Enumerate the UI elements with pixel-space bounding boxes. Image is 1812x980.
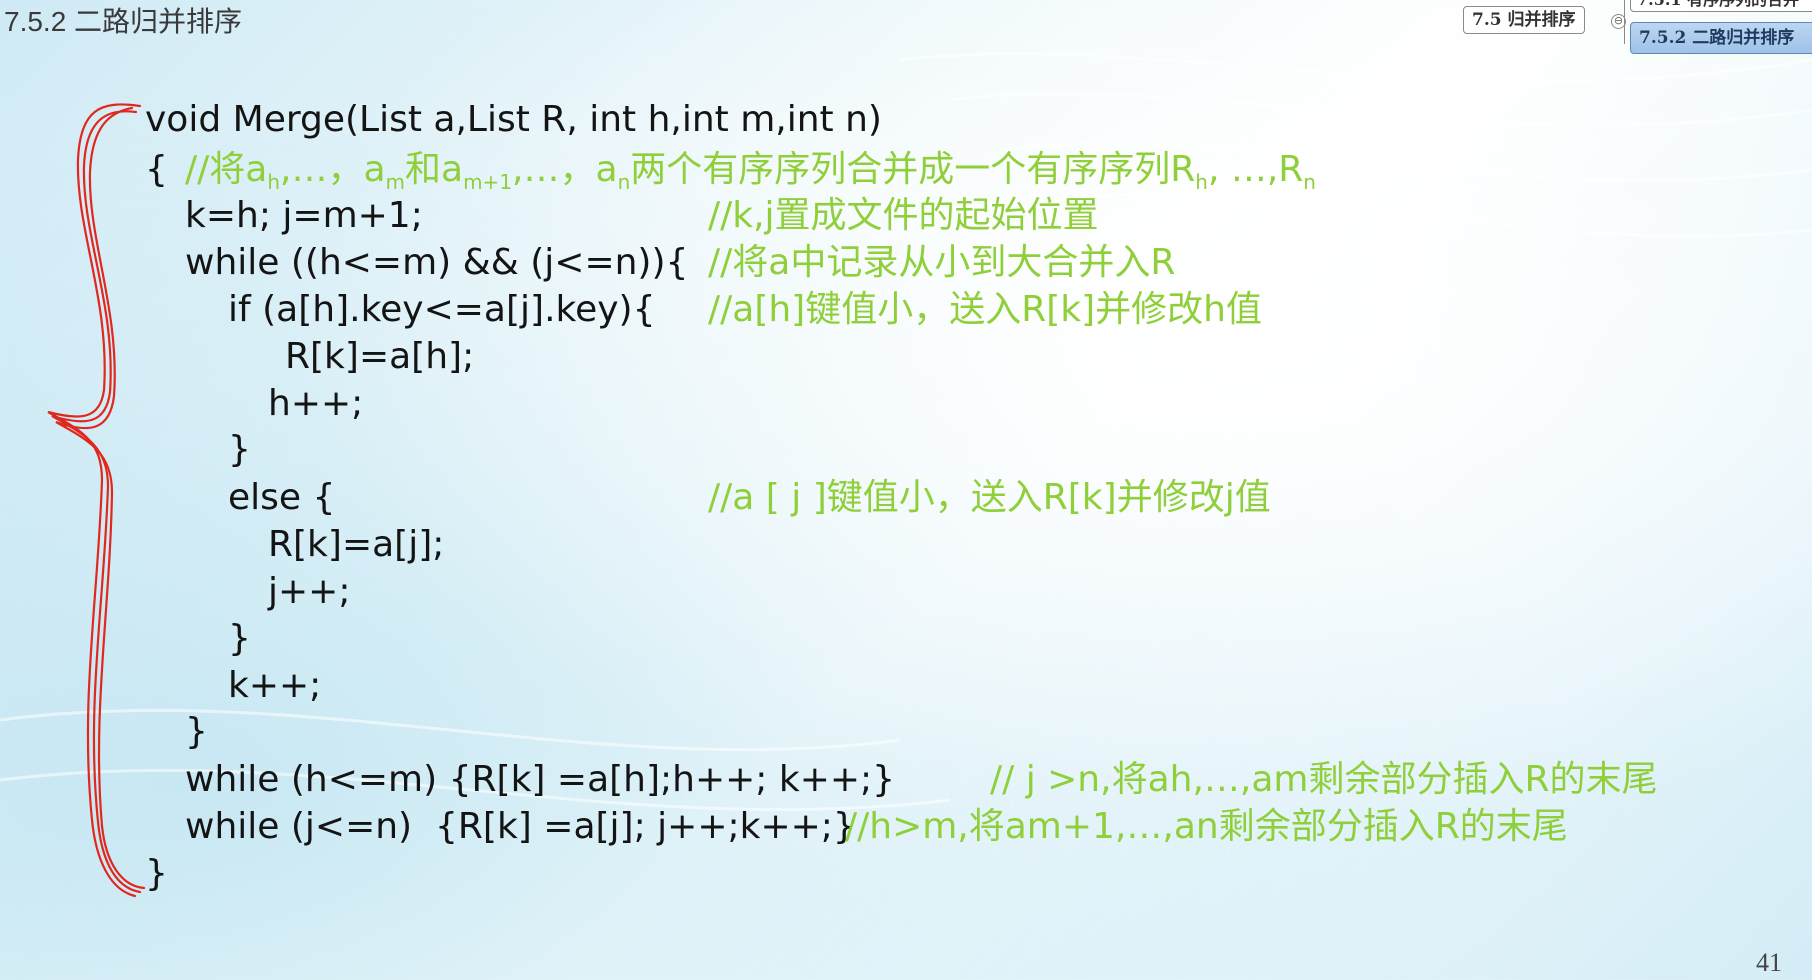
code-comment: //k,j置成文件的起始位置 [708,195,1099,236]
code-line: if (a[h].key<=a[j].key){ [228,289,656,330]
code-line: h++; [268,383,364,424]
code-line: } [228,429,251,470]
code-comment: //将a中记录从小到大合并入R [708,242,1176,283]
code-line: j++; [268,571,351,612]
breadcrumb-active-node[interactable]: 7.5.2 二路归并排序 [1630,22,1812,54]
code-line: R[k]=a[h]; [285,336,475,377]
breadcrumb: 7.5 归并排序 ⊖ 7.5.1 有序序列的合并 7.5.2 二路归并排序 [1412,0,1812,56]
code-line: while ((h<=m) && (j<=n)){ [185,242,689,283]
code-line: } [228,618,251,659]
code-line: while (h<=m) {R[k] =a[h];h++; k++;} [185,759,896,800]
code-comment: //a[h]键值小，送入R[k]并修改h值 [708,289,1262,330]
code-line: while (j<=n) {R[k] =a[j]; j++;k++;} [185,806,856,847]
code-line: void Merge(List a,List R, int h,int m,in… [145,99,882,140]
code-comment: //h>m,将am+1,…,an剩余部分插入R的末尾 [845,806,1568,847]
breadcrumb-parent-node[interactable]: 7.5 归并排序 [1463,6,1585,34]
code-line: k++; [228,665,322,706]
page-number: 41 [1756,948,1782,977]
slide-title: 7.5.2 二路归并排序 [4,6,243,37]
code-line: else { [228,477,336,518]
handwritten-brace-annotation [47,103,146,898]
breadcrumb-child-node[interactable]: 7.5.1 有序序列的合并 [1630,0,1812,12]
code-line: } [185,711,208,752]
code-line: k=h; j=m+1; [185,195,423,236]
code-line: R[k]=a[j]; [268,524,445,565]
code-comment: // j >n,将ah,…,am剩余部分插入R的末尾 [990,759,1658,800]
code-comment: //a [ j ]键值小，送入R[k]并修改j值 [708,477,1271,518]
